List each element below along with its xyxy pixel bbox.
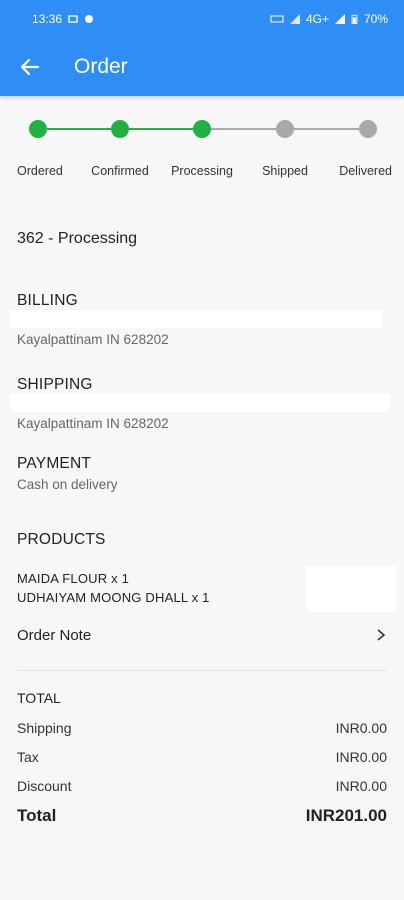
- signal-icon: [289, 14, 300, 24]
- chat-icon: [85, 15, 94, 23]
- product-price-redacted: [306, 566, 396, 612]
- chevron-right-icon: [377, 629, 386, 641]
- volte-icon: [270, 15, 284, 23]
- shipping-cost-row: Shipping INR0.00: [17, 720, 387, 736]
- billing-name-redacted: [10, 310, 382, 328]
- back-button[interactable]: [0, 38, 60, 96]
- tax-row: Tax INR0.00: [17, 749, 387, 765]
- step-dot-confirmed: [111, 120, 129, 138]
- step-dot-delivered: [359, 120, 377, 138]
- payment-title: PAYMENT: [17, 455, 92, 472]
- step-connector: [294, 128, 359, 130]
- battery-icon: [351, 14, 358, 24]
- step-label-delivered: Delivered: [339, 164, 392, 178]
- shipping-address: Kayalpattinam IN 628202: [17, 416, 169, 431]
- step-dot-ordered: [29, 120, 47, 138]
- order-progress-stepper: Ordered Confirmed Processing Shipped Deliver…: [0, 118, 404, 188]
- order-note-row[interactable]: Order Note: [0, 620, 404, 650]
- step-dot-shipped: [276, 120, 294, 138]
- battery-level: 70%: [363, 12, 388, 26]
- grand-total-value: INR201.00: [305, 806, 387, 825]
- discount-label: Discount: [17, 778, 72, 794]
- app-bar: Order: [0, 38, 404, 96]
- payment-method: Cash on delivery: [17, 477, 118, 492]
- discount-value: INR0.00: [335, 778, 387, 794]
- grand-total-row: Total INR201.00: [17, 806, 387, 826]
- product-item: UDHAIYAM MOONG DHALL x 1: [17, 590, 210, 605]
- shipping-name-redacted: [10, 394, 390, 412]
- discount-row: Discount INR0.00: [17, 778, 387, 794]
- order-id-status: 362 - Processing: [17, 230, 138, 247]
- status-right: 4G+ 70%: [270, 12, 388, 26]
- status-left: 13:36: [32, 12, 94, 26]
- step-label-processing: Processing: [171, 164, 233, 178]
- arrow-left-icon: [20, 58, 40, 76]
- total-title: TOTAL: [17, 690, 61, 706]
- step-connector: [47, 128, 111, 130]
- shipping-title: SHIPPING: [17, 376, 93, 393]
- page-title: Order: [74, 55, 128, 78]
- billing-title: BILLING: [17, 292, 78, 309]
- step-label-confirmed: Confirmed: [91, 164, 149, 178]
- tax-value: INR0.00: [335, 749, 387, 765]
- step-label-ordered: Ordered: [17, 164, 63, 178]
- network-type: 4G+: [305, 12, 329, 26]
- divider: [17, 670, 387, 671]
- step-dot-processing: [193, 120, 211, 138]
- step-connector: [129, 128, 193, 130]
- step-connector: [211, 128, 276, 130]
- step-label-shipped: Shipped: [262, 164, 308, 178]
- signal-icon-2: [334, 14, 345, 24]
- billing-address: Kayalpattinam IN 628202: [17, 332, 169, 347]
- product-item: MAIDA FLOUR x 1: [17, 571, 130, 586]
- status-bar: 13:36 4G+ 70%: [0, 0, 404, 38]
- tax-label: Tax: [17, 749, 39, 765]
- shipping-cost-label: Shipping: [17, 720, 72, 736]
- status-time: 13:36: [32, 12, 63, 26]
- grand-total-label: Total: [17, 806, 57, 825]
- products-title: PRODUCTS: [17, 531, 106, 548]
- order-note-label: Order Note: [17, 626, 92, 644]
- notification-icon: [68, 15, 78, 23]
- shipping-cost-value: INR0.00: [335, 720, 387, 736]
